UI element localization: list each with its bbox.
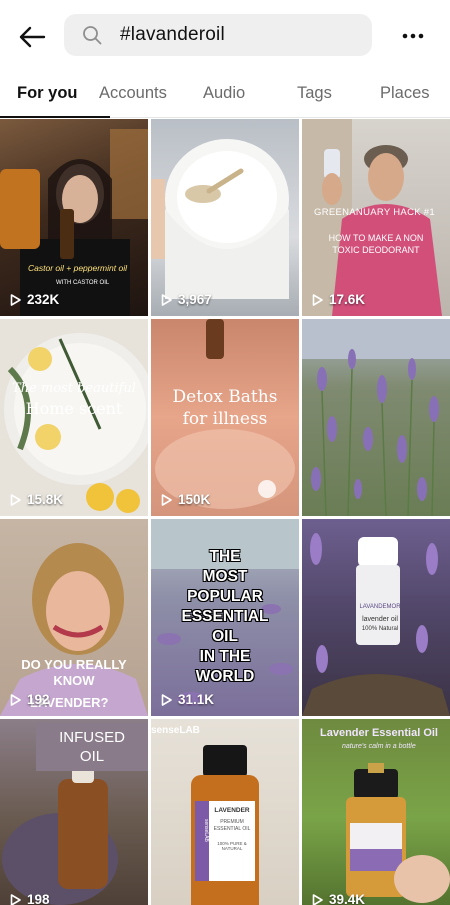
results-grid: Castor oil + peppermint oil WITH CASTOR … [0, 119, 450, 905]
tab-audio[interactable]: Audio [203, 84, 245, 103]
view-count-value: 39.4K [329, 892, 366, 905]
back-arrow-icon [19, 26, 46, 48]
tile-caption: Lavender Essential Oil [320, 727, 438, 739]
play-icon [10, 893, 21, 905]
more-options-button[interactable] [396, 22, 430, 50]
search-input[interactable]: #lavanderoil [64, 14, 372, 56]
tile-caption-line: OIL [212, 628, 238, 645]
reel-tile[interactable]: senseLAB LAVENDER PREMIUM ESSENTIAL OIL … [151, 719, 299, 905]
play-icon [312, 893, 323, 905]
play-icon [161, 693, 172, 706]
view-count: 198 [10, 892, 50, 905]
reel-tile[interactable] [302, 319, 450, 516]
view-count-value: 15.8K [27, 492, 64, 507]
tile-subcaption: for illness [182, 409, 268, 429]
tile-caption: The most beautiful [12, 381, 136, 396]
search-icon [82, 24, 104, 46]
bottle-label-sub: 100% Natural [361, 626, 399, 632]
play-icon [10, 493, 21, 506]
tile-subcaption: Home scent [25, 399, 123, 418]
tile-caption: Castor oil + peppermint oil [28, 263, 127, 273]
reel-tile[interactable]: THE MOST POPULAR ESSENTIAL OIL IN THE WO… [151, 519, 299, 716]
view-count-value: 232K [27, 292, 60, 307]
tile-caption: INFUSED [59, 729, 125, 746]
view-count: 232K [10, 292, 59, 307]
tile-caption: Detox Baths [172, 387, 278, 407]
reel-tile[interactable]: INFUSED OIL 198 [0, 719, 148, 905]
tile-subcaption: nature's calm in a bottle [342, 743, 416, 750]
tab-accounts[interactable]: Accounts [99, 84, 167, 103]
tile-caption-line: IN THE [199, 648, 251, 665]
play-icon [312, 293, 323, 306]
tile-caption: DO YOU REALLY KNOW [21, 657, 127, 688]
tile-caption-line: THE [209, 548, 241, 565]
top-bar: #lavanderoil [0, 0, 450, 72]
tile-caption-line: MOST [202, 568, 248, 585]
tile-caption-line: WORLD [195, 668, 255, 685]
reel-tile[interactable]: The most beautiful Home scent 15.8K [0, 319, 148, 516]
tab-places[interactable]: Places [380, 84, 430, 103]
tile-caption-line: POPULAR [187, 588, 263, 605]
view-count-value: 31.1K [178, 692, 215, 707]
search-tabs: For you Accounts Audio Tags Places [0, 72, 450, 118]
search-query: #lavanderoil [120, 24, 225, 45]
reel-tile[interactable]: Castor oil + peppermint oil WITH CASTOR … [0, 119, 148, 316]
tab-tags[interactable]: Tags [297, 84, 332, 103]
play-icon [161, 293, 172, 306]
tile-subcaption: OIL [79, 748, 105, 765]
view-count: 150K [161, 492, 210, 507]
more-dots-icon [402, 33, 424, 39]
bottle-label-sub2: ESSENTIAL OIL [213, 826, 251, 832]
tab-for-you[interactable]: For you [17, 84, 78, 103]
view-count: 39.4K [312, 892, 365, 905]
back-button[interactable] [14, 20, 50, 54]
view-count-value: 192 [27, 692, 50, 707]
reel-tile[interactable]: Detox Baths for illness 150K [151, 319, 299, 516]
view-count: 17.6K [312, 292, 365, 307]
tile-caption-block: THE MOST POPULAR ESSENTIAL OIL IN THE WO… [151, 547, 299, 687]
active-tab-indicator [0, 116, 110, 118]
play-icon [10, 693, 21, 706]
view-count: 31.1K [161, 692, 214, 707]
tile-subcaption: HOW TO MAKE A NON TOXIC DEODORANT [328, 233, 424, 255]
tile-caption-line: ESSENTIAL [181, 608, 269, 625]
view-count-value: 150K [178, 492, 211, 507]
bottle-label-sub3: 100% PURE & NATURAL [217, 841, 247, 851]
tile-caption: GREENANUARY HACK #1 [314, 207, 435, 218]
view-count-value: 198 [27, 892, 50, 905]
bottle-label-name: lavender oil [362, 616, 398, 623]
bottle-label-sub1: PREMIUM [220, 819, 244, 825]
brand-name: senseLAB [151, 725, 200, 736]
reel-tile[interactable]: 3,967 [151, 119, 299, 316]
view-count: 15.8K [10, 492, 63, 507]
view-count: 3,967 [161, 292, 212, 307]
view-count-value: 17.6K [329, 292, 366, 307]
play-icon [161, 493, 172, 506]
bottle-label-name: LAVENDER [214, 807, 250, 814]
view-count-value: 3,967 [178, 292, 212, 307]
bottle-brand: LAVANDEMOR [359, 604, 401, 610]
reel-tile[interactable]: GREENANUARY HACK #1 HOW TO MAKE A NON TO… [302, 119, 450, 316]
reel-tile[interactable]: LAVANDEMOR lavender oil 100% Natural [302, 519, 450, 716]
tile-subcaption: WITH CASTOR OIL [56, 280, 110, 286]
reel-tile[interactable]: Lavender Essential Oil nature's calm in … [302, 719, 450, 905]
view-count: 192 [10, 692, 50, 707]
play-icon [10, 293, 21, 306]
bottle-brand: senseLAB [203, 819, 209, 842]
reel-tile[interactable]: DO YOU REALLY KNOW LAVENDER? 192 [0, 519, 148, 716]
